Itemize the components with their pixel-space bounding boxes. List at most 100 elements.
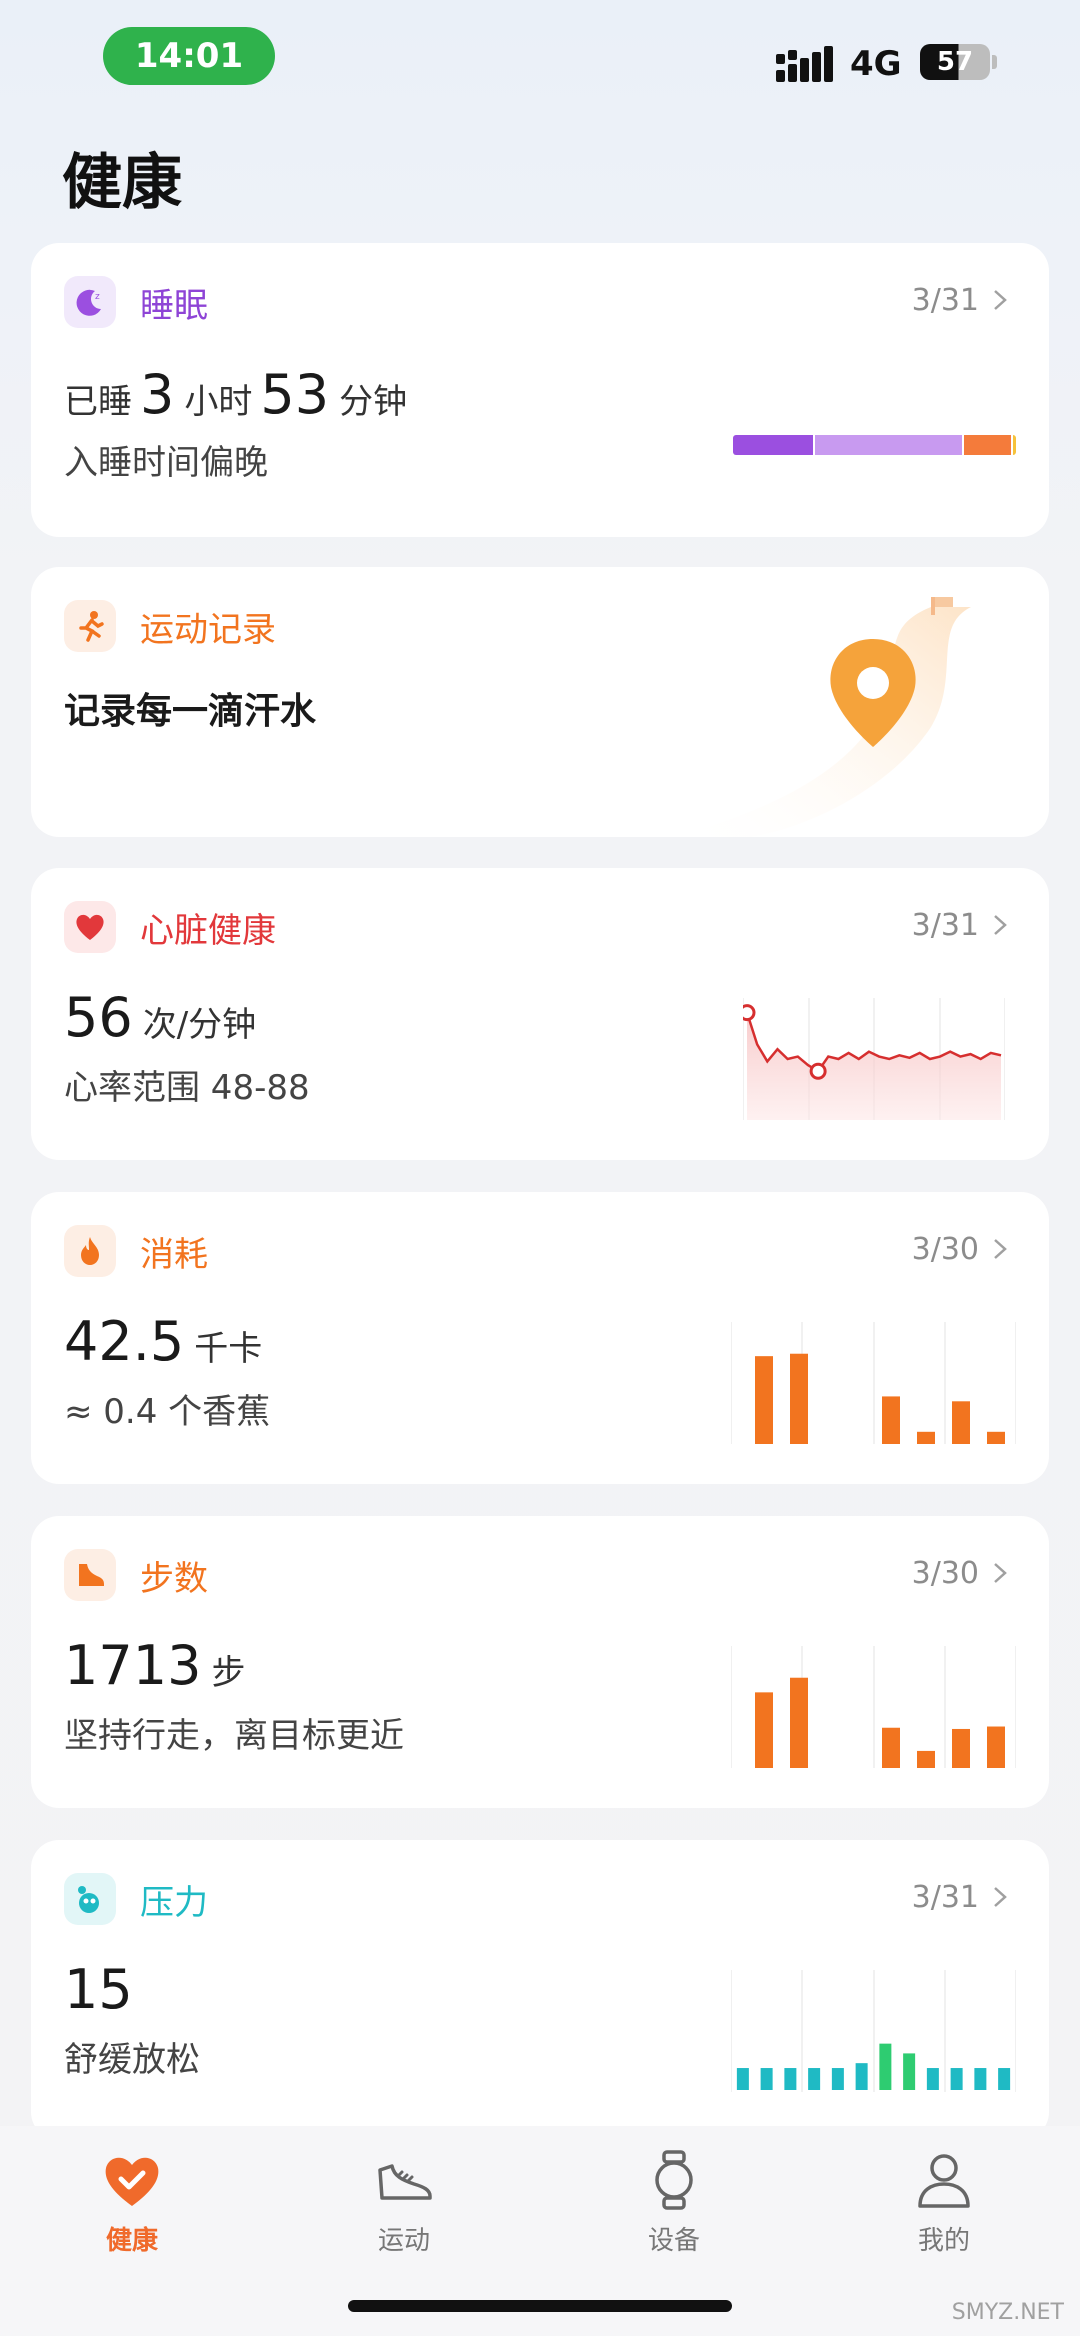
sleep-stage-awake xyxy=(1011,435,1016,455)
sleep-note: 入睡时间偏晚 xyxy=(64,443,268,483)
calories-title: 消耗 xyxy=(140,1234,208,1275)
steps-chart xyxy=(731,1646,1016,1768)
heart-title: 心脏健康 xyxy=(140,910,276,951)
sleep-stage-deep xyxy=(733,435,814,455)
moon-icon: z xyxy=(64,276,116,328)
sleep-minutes: 53 xyxy=(260,363,330,426)
chart-bar xyxy=(855,2063,868,2090)
route-map-illustration xyxy=(671,597,971,837)
chart-bar xyxy=(998,2068,1011,2090)
network-type: 4G xyxy=(850,44,902,84)
home-indicator[interactable] xyxy=(348,2300,732,2312)
heart-max-marker xyxy=(743,1004,756,1022)
nav-profile[interactable]: 我的 xyxy=(874,2148,1014,2257)
chart-bar xyxy=(987,1726,1005,1768)
stress-value: 15 xyxy=(64,1958,133,2021)
chart-bar xyxy=(903,2053,916,2090)
person-icon xyxy=(918,2154,970,2208)
steps-unit: 步 xyxy=(211,1653,246,1693)
heart-card[interactable]: 心脏健康 3/31 56 次/分钟 心率范围 48-88 xyxy=(31,868,1049,1160)
heart-rate-value: 56 xyxy=(64,986,133,1049)
sleep-card[interactable]: z 睡眠 3/31 已睡 3 小时 53 分钟 入睡时间偏晚 xyxy=(31,243,1049,537)
calories-value: 42.5 xyxy=(64,1310,185,1373)
chart-bar xyxy=(926,2068,939,2090)
page-title: 健康 xyxy=(62,148,182,218)
bubbles-icon xyxy=(64,1873,116,1925)
nav-health[interactable]: 健康 xyxy=(62,2148,202,2257)
chart-bar xyxy=(831,2068,844,2090)
sleep-hours: 3 xyxy=(140,363,175,426)
sleep-hours-unit: 小时 xyxy=(184,382,253,422)
chart-bar xyxy=(882,1396,900,1444)
chevron-right-icon xyxy=(994,915,1007,935)
chart-bar xyxy=(784,2068,797,2090)
steps-date: 3/30 xyxy=(911,1556,979,1591)
sleep-date: 3/31 xyxy=(911,283,979,318)
chart-bar xyxy=(952,1401,970,1444)
steps-note: 坚持行走，离目标更近 xyxy=(64,1716,404,1756)
nav-devices[interactable]: 设备 xyxy=(604,2148,744,2257)
heart-rate-unit: 次/分钟 xyxy=(142,1005,257,1045)
chart-bar xyxy=(755,1692,773,1768)
stress-score: 15 xyxy=(64,1958,133,2021)
sleep-stage-bar xyxy=(733,435,1016,455)
chart-bar xyxy=(760,2068,773,2090)
nav-label: 运动 xyxy=(377,2226,430,2256)
watermark: SMYZ.NET xyxy=(951,2300,1064,2325)
heart-rate-range: 心率范围 48-88 xyxy=(64,1068,310,1108)
stress-chart xyxy=(731,1970,1016,2092)
chart-bar xyxy=(808,2068,821,2090)
step-count: 1713 步 xyxy=(64,1634,253,1697)
chart-bar xyxy=(736,2068,749,2090)
calories-chart xyxy=(731,1322,1016,1444)
chart-bar xyxy=(950,2068,963,2090)
chart-bar xyxy=(790,1677,808,1768)
exercise-title: 运动记录 xyxy=(140,609,276,650)
sleep-stage-light xyxy=(813,435,963,455)
chart-bar xyxy=(917,1431,935,1444)
chart-bar xyxy=(987,1431,1005,1444)
chart-bar xyxy=(952,1728,970,1768)
nav-exercise[interactable]: 运动 xyxy=(334,2148,474,2257)
steps-value: 1713 xyxy=(64,1634,202,1697)
shoe-icon xyxy=(64,1549,116,1601)
chevron-right-icon xyxy=(994,1563,1007,1583)
exercise-subtitle: 记录每一滴汗水 xyxy=(64,691,317,732)
heart-icon xyxy=(64,901,116,953)
sleep-duration: 已睡 3 小时 53 分钟 xyxy=(64,363,415,426)
heart-rate: 56 次/分钟 xyxy=(64,986,264,1049)
calories-card[interactable]: 消耗 3/30 42.5 千卡 ≈ 0.4 个香蕉 xyxy=(31,1192,1049,1484)
nav-label: 我的 xyxy=(917,2226,970,2256)
chevron-right-icon xyxy=(994,1887,1007,1907)
status-time: 14:01 xyxy=(103,27,275,85)
calories-burned: 42.5 千卡 xyxy=(64,1310,270,1373)
flame-icon xyxy=(64,1225,116,1277)
stress-title: 压力 xyxy=(140,1882,208,1923)
chevron-right-icon xyxy=(994,1239,1007,1259)
heart-check-icon xyxy=(105,2157,159,2206)
watch-icon xyxy=(655,2150,693,2210)
chart-bar xyxy=(974,2068,987,2090)
chevron-right-icon xyxy=(994,290,1007,310)
stress-card[interactable]: 压力 3/31 15 舒缓放松 xyxy=(31,1840,1049,2140)
sleep-title: 睡眠 xyxy=(140,285,208,326)
sleep-stage-rem xyxy=(962,435,1012,455)
exercise-card[interactable]: 运动记录 记录每一滴汗水 xyxy=(31,567,1049,837)
calories-unit: 千卡 xyxy=(194,1329,263,1369)
chart-bar xyxy=(790,1353,808,1444)
steps-card[interactable]: 步数 3/30 1713 步 坚持行走，离目标更近 xyxy=(31,1516,1049,1808)
nav-label: 健康 xyxy=(105,2226,158,2256)
battery-tip xyxy=(992,55,997,69)
shoe-icon xyxy=(378,2164,432,2200)
nav-label: 设备 xyxy=(647,2226,700,2256)
svg-text:z: z xyxy=(95,292,100,302)
heart-rate-chart xyxy=(743,998,1005,1120)
running-icon xyxy=(64,600,116,652)
chart-bar xyxy=(882,1727,900,1768)
sleep-minutes-unit: 分钟 xyxy=(339,382,408,422)
heart-date: 3/31 xyxy=(911,908,979,943)
steps-title: 步数 xyxy=(140,1558,208,1599)
heart-min-marker xyxy=(809,1062,827,1080)
calories-date: 3/30 xyxy=(911,1232,979,1267)
chart-bar xyxy=(879,2043,892,2090)
